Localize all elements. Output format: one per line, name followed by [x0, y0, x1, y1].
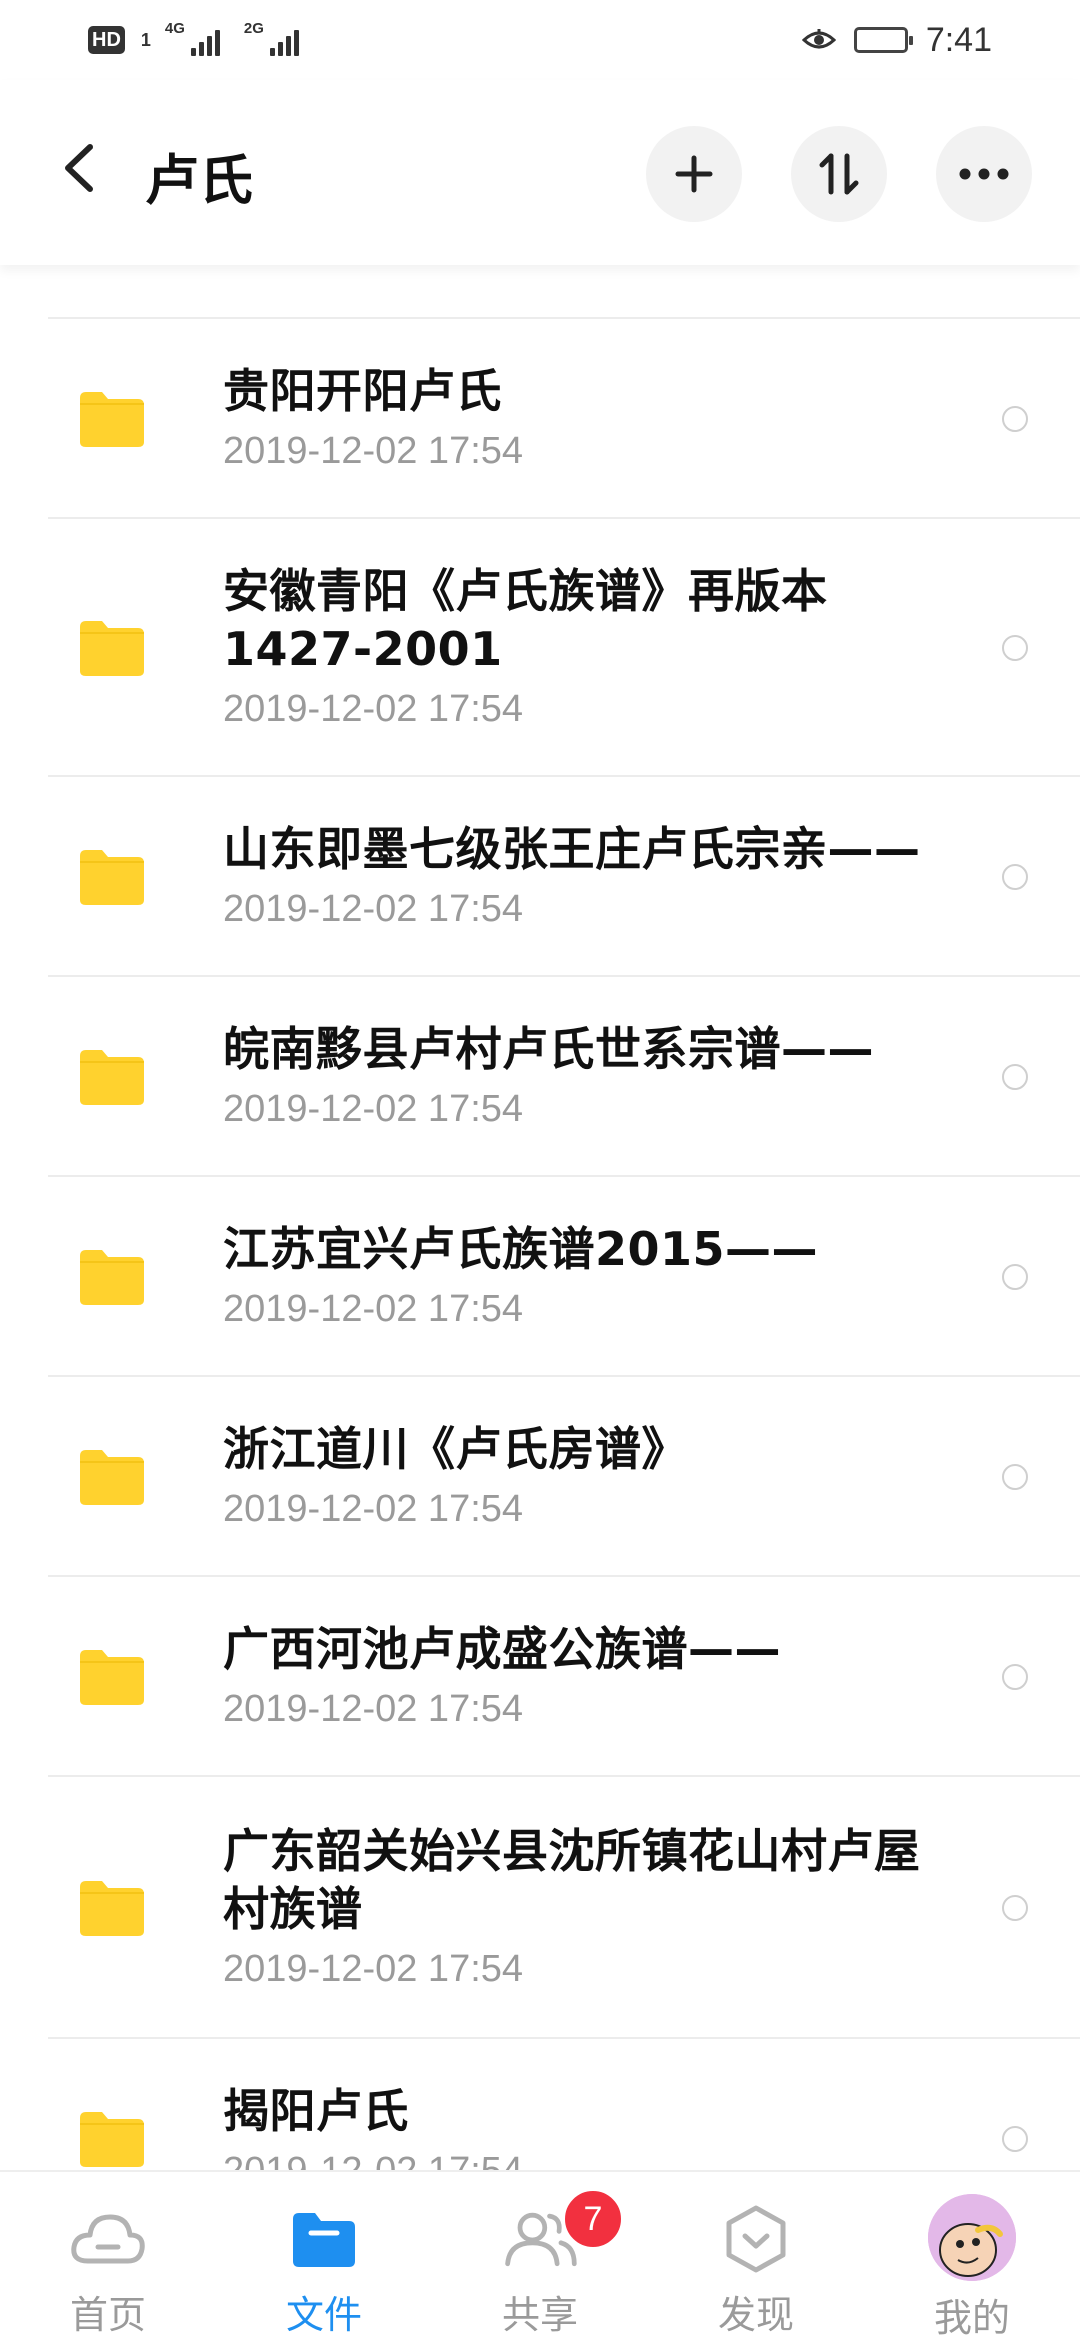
avatar — [928, 2194, 1016, 2281]
cloud-icon — [68, 2204, 148, 2274]
file-date: 2019-12-02 17:54 — [223, 1288, 524, 1330]
file-name: 安徽青阳《卢氏族谱》再版本1427-2001 — [223, 564, 828, 676]
nav-label-discover: 发现 — [717, 2293, 794, 2337]
file-text: 山东即墨七级张王庄卢氏宗亲—— 2019-12-02 17:54 — [223, 820, 943, 934]
battery-icon — [853, 27, 913, 53]
nav-profile[interactable]: 我的 — [864, 2172, 1080, 2340]
hd-icon: HD — [88, 26, 125, 54]
file-date: 2019-12-02 17:54 — [223, 888, 524, 930]
file-row[interactable]: 安徽青阳《卢氏族谱》再版本1427-2001 2019-12-02 17:54 — [48, 519, 1080, 777]
file-list[interactable]: 2019-12-02 17:54 贵阳开阳卢氏2019-12-02 17:54安… — [0, 200, 1080, 2170]
select-radio[interactable] — [1002, 406, 1028, 432]
network-type-2g: 2G — [243, 20, 264, 37]
file-row[interactable]: 江苏宜兴卢氏族谱2015—— 2019-12-02 17:54 — [48, 1177, 1080, 1377]
select-radio[interactable] — [1002, 1264, 1028, 1290]
file-row[interactable]: 皖南黟县卢村卢氏世系宗谱—— 2019-12-02 17:54 — [48, 977, 1080, 1177]
file-name: 揭阳卢氏 — [223, 2084, 409, 2138]
file-name: 山东即墨七级张王庄卢氏宗亲—— — [223, 822, 921, 876]
more-button[interactable] — [936, 126, 1032, 222]
folder-icon — [284, 2204, 364, 2274]
back-button[interactable] — [48, 138, 108, 198]
file-text: 浙江道川《卢氏房谱》 2019-12-02 17:54 — [223, 1420, 943, 1534]
notification-badge: 7 — [562, 2188, 624, 2250]
screen: HD 1 4G 2G 7:41 贵阳开阳卢氏 2019-12-02 17:54 … — [0, 0, 1080, 2340]
file-name: 浙江道川《卢氏房谱》 — [223, 1422, 688, 1476]
select-radio[interactable] — [1002, 864, 1028, 890]
folder-icon — [80, 1050, 144, 1105]
discover-icon — [716, 2204, 796, 2274]
bottom-nav: 首页 文件 7 共享 发现 我的 — [0, 2170, 1080, 2340]
file-row[interactable]: 浙江道川《卢氏房谱》 2019-12-02 17:54 — [48, 1377, 1080, 1577]
file-date: 2019-12-02 17:54 — [223, 1688, 524, 1730]
file-row[interactable]: 山东即墨七级张王庄卢氏宗亲—— 2019-12-02 17:54 — [48, 777, 1080, 977]
file-date: 2019-12-02 17:54 — [223, 1088, 524, 1130]
file-text: 贵阳开阳卢氏 2019-12-02 17:54 — [223, 362, 943, 476]
sim-number: 1 — [140, 29, 151, 50]
file-text: 广西河池卢成盛公族谱—— 2019-12-02 17:54 — [223, 1620, 943, 1734]
file-date: 2019-12-02 17:54 — [223, 688, 524, 730]
file-row[interactable]: 广西河池卢成盛公族谱—— 2019-12-02 17:54 — [48, 1577, 1080, 1777]
select-radio[interactable] — [1002, 1895, 1028, 1921]
file-text: 安徽青阳《卢氏族谱》再版本1427-2001 2019-12-02 17:54 — [223, 562, 943, 734]
nav-label-profile: 我的 — [933, 2296, 1010, 2340]
folder-icon — [80, 392, 144, 447]
file-rows: 贵阳开阳卢氏 2019-12-02 17:54 安徽青阳《卢氏族谱》再版本1427-… — [0, 319, 1080, 2170]
file-row[interactable]: 贵阳开阳卢氏 2019-12-02 17:54 — [48, 319, 1080, 519]
more-dots-icon — [959, 168, 1009, 180]
nav-discover[interactable]: 发现 — [648, 2172, 864, 2340]
header: 卢氏 — [0, 80, 1080, 265]
status-bar: HD 1 4G 2G 7:41 — [0, 0, 1080, 80]
file-name: 贵阳开阳卢氏 — [223, 364, 502, 418]
file-text: 广东韶关始兴县沈所镇花山村卢屋村族谱 2019-12-02 17:54 — [223, 1822, 943, 1994]
file-date: 2019-12-02 17:54 — [223, 1488, 524, 1530]
file-text: 揭阳卢氏 2019-12-02 17:54 — [223, 2082, 943, 2170]
folder-icon — [80, 621, 144, 676]
file-date: 2019-12-02 17:54 — [223, 2146, 943, 2170]
select-radio[interactable] — [1002, 2126, 1028, 2152]
select-radio[interactable] — [1002, 1464, 1028, 1490]
file-row[interactable]: 广东韶关始兴县沈所镇花山村卢屋村族谱 2019-12-02 17:54 — [48, 1777, 1080, 2039]
eye-comfort-icon — [801, 29, 836, 49]
file-row[interactable]: 揭阳卢氏 2019-12-02 17:54 — [48, 2039, 1080, 2170]
add-button[interactable] — [646, 126, 742, 222]
file-date: 2019-12-02 17:54 — [223, 430, 524, 472]
select-radio[interactable] — [1002, 1064, 1028, 1090]
nav-share[interactable]: 7 共享 — [432, 2172, 648, 2340]
folder-icon — [80, 1450, 144, 1505]
clock: 7:41 — [925, 20, 992, 59]
folder-icon — [80, 2112, 144, 2167]
nav-label-home: 首页 — [69, 2293, 146, 2337]
signal-2g-icon: 2G — [244, 20, 299, 56]
file-name: 皖南黟县卢村卢氏世系宗谱—— — [223, 1022, 874, 1076]
sort-icon — [819, 153, 859, 195]
select-radio[interactable] — [1002, 1664, 1028, 1690]
plus-icon — [675, 155, 713, 193]
back-arrow-icon — [65, 144, 93, 192]
folder-icon — [80, 850, 144, 905]
file-name: 江苏宜兴卢氏族谱2015—— — [223, 1222, 819, 1276]
nav-label-files: 文件 — [285, 2293, 362, 2337]
signal-4g-icon: 4G — [165, 20, 220, 56]
file-text: 皖南黟县卢村卢氏世系宗谱—— 2019-12-02 17:54 — [223, 1020, 943, 1134]
page-title: 卢氏 — [145, 149, 253, 212]
file-date: 2019-12-02 17:54 — [223, 1948, 524, 1990]
nav-home[interactable]: 首页 — [0, 2172, 216, 2340]
file-text: 江苏宜兴卢氏族谱2015—— 2019-12-02 17:54 — [223, 1220, 943, 1334]
sort-button[interactable] — [791, 126, 887, 222]
folder-icon — [80, 1650, 144, 1705]
status-left: HD 1 4G 2G — [88, 20, 299, 56]
file-name: 广东韶关始兴县沈所镇花山村卢屋村族谱 — [223, 1824, 921, 1936]
file-name: 广西河池卢成盛公族谱—— — [223, 1622, 781, 1676]
nav-files[interactable]: 文件 — [216, 2172, 432, 2340]
select-radio[interactable] — [1002, 635, 1028, 661]
nav-label-share: 共享 — [501, 2293, 578, 2337]
folder-icon — [80, 1250, 144, 1305]
status-right: 7:41 — [801, 20, 992, 60]
folder-icon — [80, 1881, 144, 1936]
network-type-4g: 4G — [164, 20, 185, 37]
